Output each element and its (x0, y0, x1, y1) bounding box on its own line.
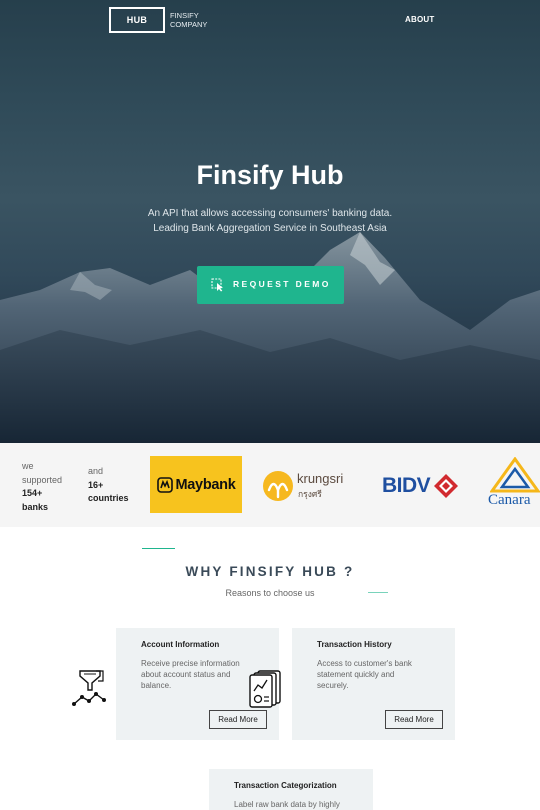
canara-triangle-icon (490, 457, 540, 493)
hero-subtitle-line2: Leading Bank Aggregation Service in Sout… (153, 223, 387, 234)
feature-card-title: Transaction History (317, 640, 392, 649)
banks-stat-prefix-line1: we (22, 461, 34, 471)
banks-stat: we supported 154+ banks (22, 460, 78, 514)
feature-card-transaction-history: Transaction History Access to customer's… (292, 628, 455, 740)
countries-label: countries (88, 493, 129, 503)
feature-card-description: Label raw bank data by highly (234, 800, 340, 809)
request-demo-button[interactable]: REQUEST DEMO (197, 266, 344, 304)
supported-banks-strip: we supported 154+ banks and 16+ countrie… (0, 443, 540, 527)
krungsri-logo-text: krungsri (297, 471, 344, 486)
krungsri-emblem-icon (263, 471, 293, 501)
feature-card-transaction-categorization: Transaction Categorization Label raw ban… (209, 769, 373, 810)
why-section-title: WHY FINSIFY HUB ? (185, 564, 355, 579)
request-demo-label: REQUEST DEMO (233, 279, 331, 289)
feature-card-description: Receive precise information about accoun… (141, 659, 240, 691)
read-more-button[interactable]: Read More (385, 710, 443, 729)
banks-stat-prefix-line2: supported (22, 474, 63, 485)
banks-label: banks (22, 501, 49, 512)
hero-title: Finsify Hub (196, 160, 344, 190)
section-accent-line-small (368, 592, 388, 593)
hero-subtitle-line1: An API that allows accessing consumers' … (147, 208, 393, 219)
read-more-button[interactable]: Read More (209, 710, 267, 729)
bidv-diamond-icon (434, 474, 458, 498)
countries-count: 16+ (88, 479, 104, 490)
company-name: FINSIFY COMPANY (170, 11, 230, 29)
company-name-line2: COMPANY (170, 20, 208, 29)
feature-card-title: Account Information (141, 640, 220, 649)
hero-section: HUB FINSIFY COMPANY ABOUT Finsify Hub An… (0, 0, 540, 443)
countries-stat-prefix: and (88, 466, 104, 476)
maybank-logo: Maybank (150, 456, 242, 513)
hub-logo[interactable]: HUB (109, 7, 165, 33)
cursor-click-icon (211, 278, 223, 292)
feature-card-description: Access to customer's bank statement quic… (317, 659, 412, 691)
bidv-logo: BIDV (382, 474, 464, 500)
canara-logo-text: Canara (488, 492, 531, 508)
maybank-tiger-icon (156, 476, 173, 493)
bidv-logo-text: BIDV (382, 474, 431, 497)
canara-logo: Canara (488, 457, 540, 517)
countries-stat: and 16+ countries (88, 465, 138, 506)
krungsri-logo: krungsri กรุงศรี (262, 470, 362, 504)
company-name-line1: FINSIFY (170, 11, 199, 20)
statement-documents-icon (249, 670, 281, 708)
data-funnel-icon (72, 670, 106, 706)
nav-about-link[interactable]: ABOUT (405, 15, 434, 24)
maybank-logo-text: Maybank (175, 476, 236, 493)
banks-count: 154+ (22, 488, 43, 498)
hero-subtitle: An API that allows accessing consumers' … (0, 206, 540, 236)
feature-card-title: Transaction Categorization (234, 781, 337, 790)
why-section-subtitle: Reasons to choose us (225, 588, 315, 598)
section-accent-line (142, 548, 175, 549)
krungsri-logo-thai-text: กรุงศรี (298, 489, 322, 499)
